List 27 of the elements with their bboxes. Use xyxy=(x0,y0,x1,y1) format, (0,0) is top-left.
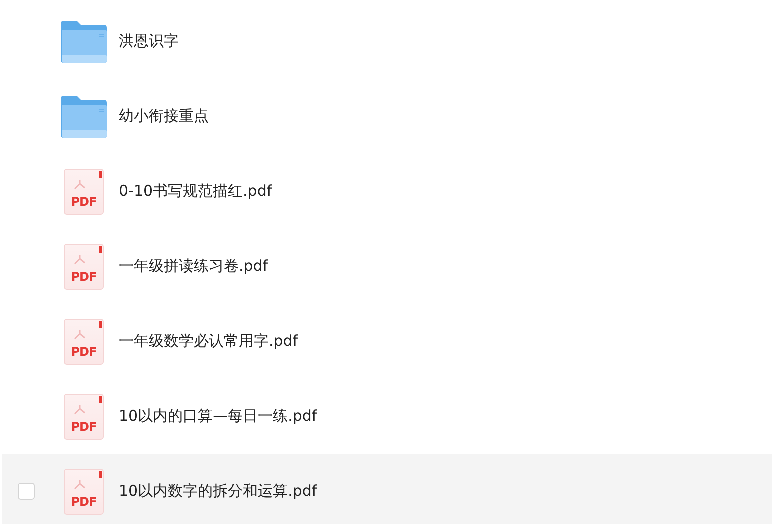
file-row[interactable]: PDF 一年级数学必认常用字.pdf xyxy=(2,304,772,379)
file-type-label: PDF xyxy=(71,194,97,208)
pdf-symbol-icon xyxy=(73,254,87,266)
file-type-label: PDF xyxy=(71,344,97,358)
file-type-label: PDF xyxy=(71,420,97,434)
file-row[interactable]: 洪恩识字 xyxy=(2,4,772,79)
folder-icon xyxy=(61,20,107,62)
file-name[interactable]: 0-10书写规范描红.pdf xyxy=(119,182,772,201)
file-row[interactable]: 幼小衔接重点 xyxy=(2,79,772,154)
file-name[interactable]: 一年级数学必认常用字.pdf xyxy=(119,332,772,351)
file-name[interactable]: 10以内的口算—每日一练.pdf xyxy=(119,407,772,426)
file-row[interactable]: PDF 0-10书写规范描红.pdf xyxy=(2,154,772,229)
file-name[interactable]: 一年级拼读练习卷.pdf xyxy=(119,257,772,276)
file-name[interactable]: 洪恩识字 xyxy=(119,32,772,51)
file-name[interactable]: 幼小衔接重点 xyxy=(119,107,772,126)
file-name[interactable]: 10以内数字的拆分和运算.pdf xyxy=(119,482,772,501)
file-row[interactable]: PDF 10以内的口算—每日一练.pdf xyxy=(2,379,772,454)
file-type-label: PDF xyxy=(71,494,97,508)
pdf-symbol-icon xyxy=(73,404,87,416)
pdf-symbol-icon xyxy=(73,178,87,190)
folder-icon xyxy=(61,96,107,138)
file-row[interactable]: PDF 一年级拼读练习卷.pdf xyxy=(2,229,772,304)
checkbox[interactable] xyxy=(18,483,35,500)
file-row[interactable]: PDF 10以内数字的拆分和运算.pdf xyxy=(2,454,772,524)
pdf-symbol-icon xyxy=(73,328,87,340)
file-type-label: PDF xyxy=(71,270,97,284)
pdf-symbol-icon xyxy=(73,478,87,490)
